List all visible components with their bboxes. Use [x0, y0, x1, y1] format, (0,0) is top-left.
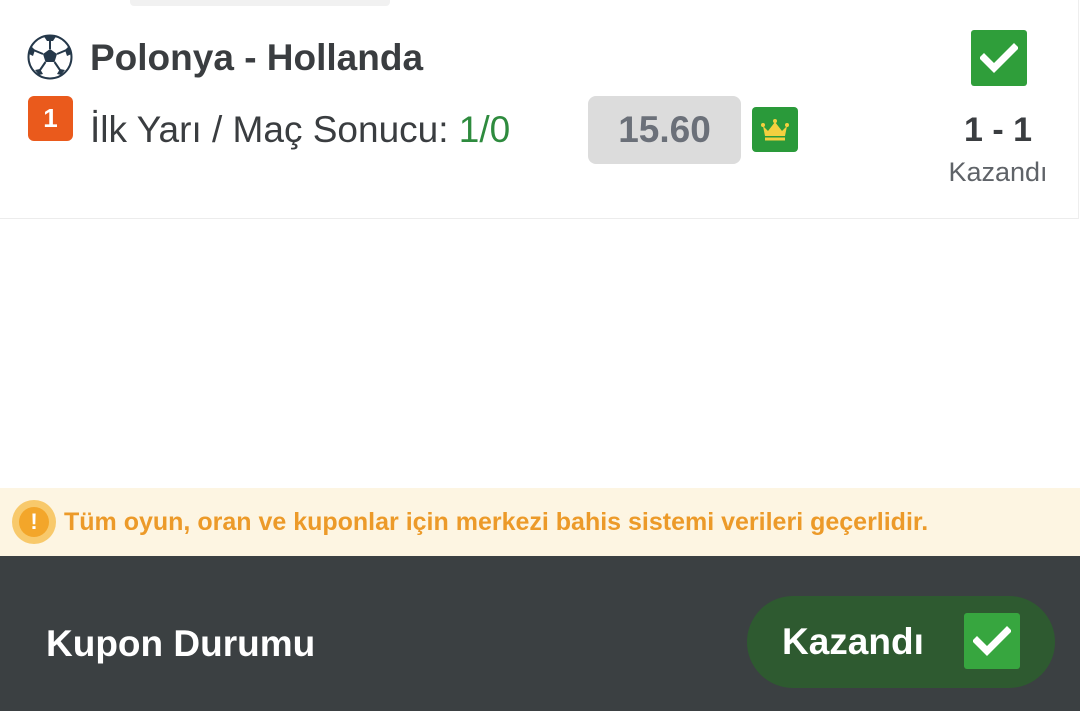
selection-rank-badge: 1: [28, 96, 73, 141]
match-score: 1 - 1: [963, 111, 1033, 149]
match-card: Polonya - Hollanda 1 İlk Yarı / Maç Sonu…: [0, 0, 1079, 219]
match-result-label: Kazandı: [948, 157, 1048, 187]
bet-choice: 1/0: [458, 109, 511, 150]
bet-type-label: İlk Yarı / Maç Sonucu:: [90, 109, 449, 150]
coupon-status-value: Kazandı: [782, 621, 924, 662]
check-icon: [980, 43, 1018, 73]
coupon-status-label: Kupon Durumu: [46, 623, 316, 664]
match-title: Polonya - Hollanda: [90, 37, 424, 78]
match-status-check-icon: [971, 30, 1027, 86]
previous-card-edge: [130, 0, 390, 6]
info-banner-text: Tüm oyun, oran ve kuponlar için merkezi …: [64, 508, 929, 536]
crown-icon: [752, 107, 798, 152]
check-icon: [964, 613, 1020, 669]
coupon-status-footer: Kupon Durumu Kazandı: [0, 556, 1080, 711]
info-banner: ! Tüm oyun, oran ve kuponlar için merkez…: [0, 488, 1080, 556]
soccer-ball-icon: [27, 34, 73, 80]
odds-value: 15.60: [588, 96, 741, 164]
coupon-detail-page: Polonya - Hollanda 1 İlk Yarı / Maç Sonu…: [0, 0, 1080, 711]
bet-selection: İlk Yarı / Maç Sonucu: 1/0: [90, 106, 510, 154]
coupon-status-pill[interactable]: Kazandı: [747, 596, 1055, 688]
warning-icon: !: [12, 500, 56, 544]
